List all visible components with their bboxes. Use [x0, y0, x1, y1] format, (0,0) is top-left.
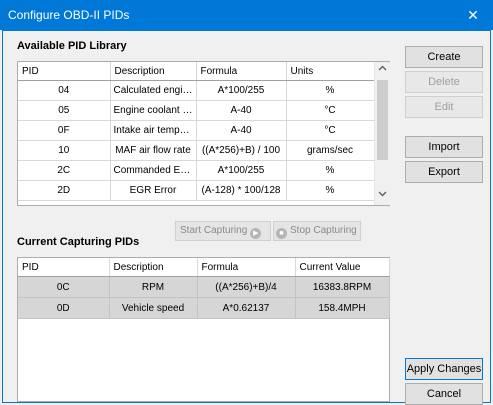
import-button[interactable]: Import	[405, 136, 483, 158]
table-row[interactable]: 2C Commanded EGR A*100/255 %	[18, 160, 375, 181]
capturing-table-panel: PID Description Formula Current Value 0C…	[17, 257, 390, 402]
library-header-row: PID Description Formula Units	[18, 62, 375, 81]
chevron-up-icon[interactable]	[375, 64, 390, 73]
units-cell: %	[286, 180, 375, 201]
pid-cell: 05	[18, 100, 111, 121]
close-icon[interactable]: ✕	[453, 0, 493, 30]
table-row[interactable]: 2D EGR Error (A-128) * 100/128 %	[18, 180, 375, 201]
scrollbar-thumb[interactable]	[377, 80, 388, 160]
table-row[interactable]: 0C RPM ((A*256)+B)/4 16383.8RPM	[18, 276, 390, 298]
formula-cell: A-40	[196, 120, 287, 141]
apply-changes-button[interactable]: Apply Changes	[405, 358, 483, 380]
pid-cell: 2C	[18, 160, 111, 181]
units-cell: %	[286, 160, 375, 181]
column-header-pid[interactable]: PID	[18, 62, 111, 81]
formula-cell: A*0.62137	[197, 297, 296, 319]
library-scrollbar[interactable]	[374, 62, 390, 205]
table-row[interactable]: 0D Vehicle speed A*0.62137 158.4MPH	[18, 297, 390, 319]
units-cell: °C	[286, 120, 375, 141]
stop-capturing-button[interactable]: ■ Stop Capturing	[273, 221, 361, 241]
description-cell: Engine coolant t...	[110, 100, 197, 121]
description-cell: Intake air temper...	[110, 120, 197, 141]
description-cell: Vehicle speed	[109, 297, 198, 319]
create-button[interactable]: Create	[405, 46, 483, 68]
edit-button[interactable]: Edit	[405, 96, 483, 118]
pid-cell: 04	[18, 80, 111, 101]
description-cell: RPM	[109, 276, 198, 298]
delete-button[interactable]: Delete	[405, 71, 483, 93]
start-capturing-button[interactable]: Start Capturing ▶	[175, 221, 271, 241]
units-cell: grams/sec	[286, 140, 375, 161]
formula-cell: A-40	[196, 100, 287, 121]
column-header-description[interactable]: Description	[110, 62, 197, 81]
column-header-formula[interactable]: Formula	[196, 62, 287, 81]
library-table-panel: PID Description Formula Units 04 Calcula…	[17, 61, 390, 206]
description-cell: Commanded EGR	[110, 160, 197, 181]
cancel-button[interactable]: Cancel	[405, 383, 483, 405]
formula-cell: ((A*256)+B)/4	[197, 276, 296, 298]
formula-cell: A*100/255	[196, 160, 287, 181]
table-row[interactable]: 04 Calculated engin... A*100/255 %	[18, 80, 375, 101]
capturing-header-row: PID Description Formula Current Value	[18, 258, 390, 277]
pid-cell: 0F	[18, 120, 111, 141]
capturing-table: PID Description Formula Current Value 0C…	[18, 258, 390, 319]
column-header-description[interactable]: Description	[109, 258, 198, 277]
dialog-body: Available PID Library PID Description Fo…	[2, 30, 491, 405]
description-cell: EGR Error	[110, 180, 197, 201]
column-header-current-value[interactable]: Current Value	[295, 258, 390, 277]
start-capturing-label: Start Capturing	[180, 225, 248, 236]
formula-cell: ((A*256)+B) / 100	[196, 140, 287, 161]
units-cell: %	[286, 80, 375, 101]
export-button[interactable]: Export	[405, 161, 483, 183]
pid-cell: 0C	[18, 276, 110, 298]
library-table: PID Description Formula Units 04 Calcula…	[18, 62, 375, 201]
table-row[interactable]: 05 Engine coolant t... A-40 °C	[18, 100, 375, 121]
title-bar: Configure OBD-II PIDs ✕	[0, 0, 493, 30]
table-row[interactable]: 10 MAF air flow rate ((A*256)+B) / 100 g…	[18, 140, 375, 161]
current-value-cell: 16383.8RPM	[295, 276, 390, 298]
column-header-units[interactable]: Units	[286, 62, 375, 81]
play-icon: ▶	[250, 228, 262, 239]
pid-cell: 2D	[18, 180, 111, 201]
stop-icon: ■	[276, 228, 287, 239]
description-cell: MAF air flow rate	[110, 140, 197, 161]
formula-cell: A*100/255	[196, 80, 287, 101]
pid-cell: 0D	[18, 297, 110, 319]
description-cell: Calculated engin...	[110, 80, 197, 101]
table-row[interactable]: 0F Intake air temper... A-40 °C	[18, 120, 375, 141]
stop-capturing-label: Stop Capturing	[290, 225, 357, 236]
window-title: Configure OBD-II PIDs	[8, 8, 130, 22]
chevron-down-icon[interactable]	[375, 190, 390, 199]
column-header-formula[interactable]: Formula	[197, 258, 296, 277]
units-cell: °C	[286, 100, 375, 121]
capturing-title: Current Capturing PIDs	[17, 236, 140, 248]
column-header-pid[interactable]: PID	[18, 258, 110, 277]
current-value-cell: 158.4MPH	[295, 297, 390, 319]
library-title: Available PID Library	[17, 40, 127, 52]
formula-cell: (A-128) * 100/128	[196, 180, 287, 201]
pid-cell: 10	[18, 140, 111, 161]
